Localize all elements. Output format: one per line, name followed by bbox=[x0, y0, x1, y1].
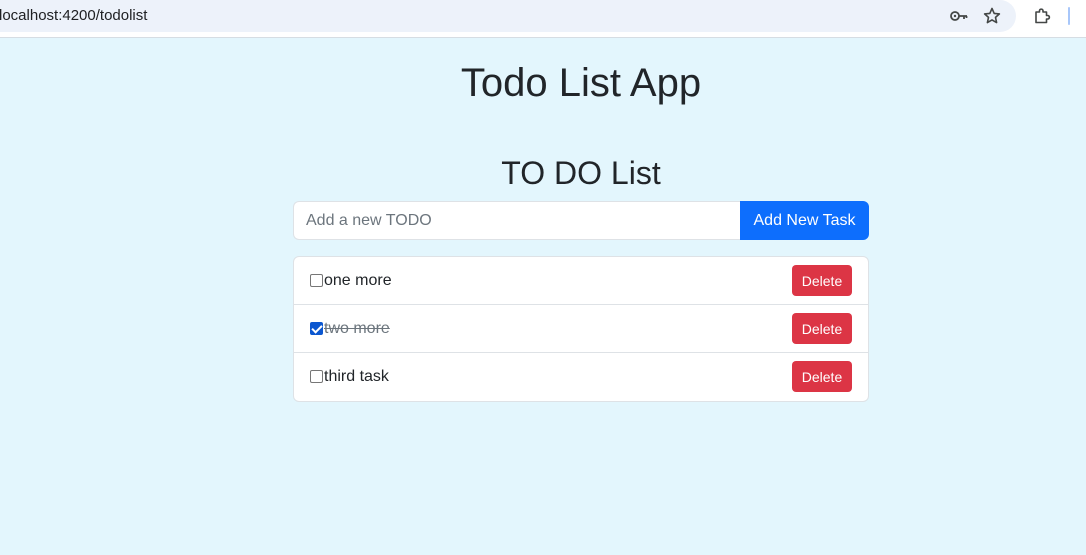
delete-button[interactable]: Delete bbox=[792, 361, 852, 392]
extensions-icon[interactable] bbox=[1031, 5, 1053, 27]
browser-toolbar: localhost:4200/todolist bbox=[0, 0, 1086, 38]
todo-list-heading: TO DO List bbox=[0, 155, 1086, 192]
password-key-icon[interactable] bbox=[948, 5, 970, 27]
todo-checkbox[interactable] bbox=[310, 322, 323, 335]
todo-item: one more Delete bbox=[294, 257, 868, 305]
url-text[interactable]: localhost:4200/todolist bbox=[0, 7, 147, 24]
page-content: Todo List App TO DO List Add New Task on… bbox=[0, 39, 1086, 555]
app-title: Todo List App bbox=[0, 61, 1086, 106]
bookmark-star-icon[interactable] bbox=[981, 5, 1003, 27]
todo-list: one more Delete two more Delete third ta… bbox=[293, 256, 869, 402]
delete-button[interactable]: Delete bbox=[792, 313, 852, 344]
toolbar-divider bbox=[1068, 7, 1070, 25]
new-todo-input[interactable] bbox=[293, 201, 740, 240]
todo-text: one more bbox=[324, 272, 392, 289]
add-new-task-button[interactable]: Add New Task bbox=[740, 201, 869, 240]
todo-checkbox[interactable] bbox=[310, 274, 323, 287]
app-title-text: Todo List App bbox=[460, 61, 702, 105]
new-todo-form: Add New Task bbox=[293, 201, 869, 240]
address-bar[interactable]: localhost:4200/todolist bbox=[0, 0, 1016, 32]
todo-text: third task bbox=[324, 368, 389, 385]
todo-checkbox[interactable] bbox=[310, 370, 323, 383]
todo-item: third task Delete bbox=[294, 353, 868, 401]
todo-text: two more bbox=[324, 320, 390, 337]
todo-list-heading-text: TO DO List bbox=[501, 155, 661, 191]
delete-button[interactable]: Delete bbox=[792, 265, 852, 296]
todo-item: two more Delete bbox=[294, 305, 868, 353]
